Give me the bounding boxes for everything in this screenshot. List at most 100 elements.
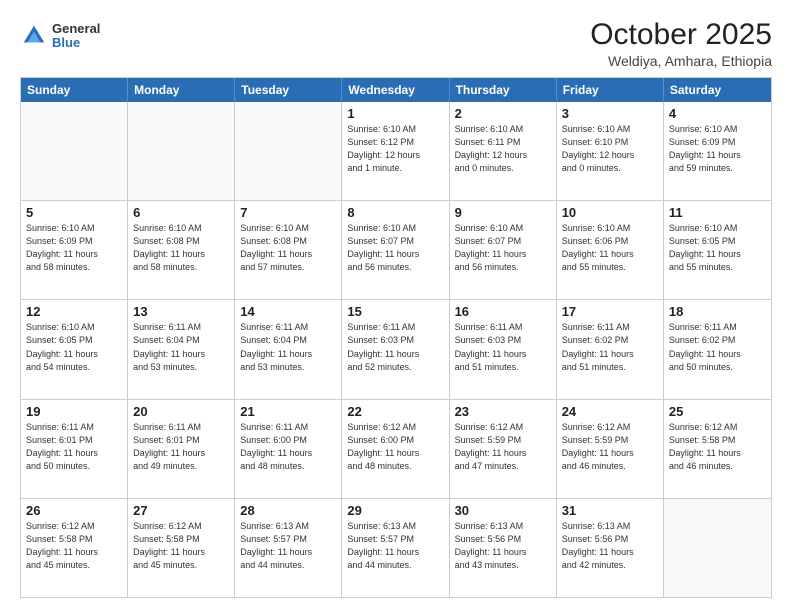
day-info: Sunrise: 6:10 AM Sunset: 6:05 PM Dayligh… <box>26 321 122 373</box>
calendar-header-cell: Tuesday <box>235 78 342 102</box>
calendar-cell: 20Sunrise: 6:11 AM Sunset: 6:01 PM Dayli… <box>128 400 235 498</box>
calendar-cell: 11 Sunrise: 6:10 AM Sunset: 6:05 PM Dayli… <box>664 201 771 299</box>
day-info: Sunrise: 6:10 AM Sunset: 6:10 PM Dayligh… <box>562 123 658 175</box>
calendar-header: SundayMondayTuesdayWednesdayThursdayFrid… <box>21 78 771 102</box>
calendar-cell: 7 Sunrise: 6:10 AM Sunset: 6:08 PM Daylig… <box>235 201 342 299</box>
day-info: Sunrise: 6:10 AM Sunset: 6:05 PM Dayligh… <box>669 222 766 274</box>
logo-text: General Blue <box>52 22 100 51</box>
day-info: Sunrise: 6:11 AM Sunset: 6:04 PM Dayligh… <box>133 321 229 373</box>
day-number: 5 <box>26 205 122 220</box>
calendar-cell: 26Sunrise: 6:12 AM Sunset: 5:58 PM Dayli… <box>21 499 128 597</box>
calendar-cell: 21 Sunrise: 6:11 AM Sunset: 6:00 PM Dayli… <box>235 400 342 498</box>
calendar-cell: 10Sunrise: 6:10 AM Sunset: 6:06 PM Dayli… <box>557 201 664 299</box>
day-info: Sunrise: 6:13 AM Sunset: 5:57 PM Dayligh… <box>347 520 443 572</box>
header: General Blue October 2025 Weldiya, Amhar… <box>20 18 772 69</box>
calendar-header-cell: Sunday <box>21 78 128 102</box>
calendar-header-cell: Monday <box>128 78 235 102</box>
day-info: Sunrise: 6:10 AM Sunset: 6:11 PM Dayligh… <box>455 123 551 175</box>
day-number: 25 <box>669 404 766 419</box>
day-number: 21 <box>240 404 336 419</box>
day-number: 2 <box>455 106 551 121</box>
day-info: Sunrise: 6:12 AM Sunset: 5:58 PM Dayligh… <box>669 421 766 473</box>
day-info: Sunrise: 6:10 AM Sunset: 6:06 PM Dayligh… <box>562 222 658 274</box>
calendar-cell: 2 Sunrise: 6:10 AM Sunset: 6:11 PM Daylig… <box>450 102 557 200</box>
day-number: 24 <box>562 404 658 419</box>
day-number: 27 <box>133 503 229 518</box>
day-number: 6 <box>133 205 229 220</box>
calendar-cell: 8 Sunrise: 6:10 AM Sunset: 6:07 PM Daylig… <box>342 201 449 299</box>
calendar-cell: 31Sunrise: 6:13 AM Sunset: 5:56 PM Dayli… <box>557 499 664 597</box>
day-number: 3 <box>562 106 658 121</box>
day-info: Sunrise: 6:11 AM Sunset: 6:03 PM Dayligh… <box>347 321 443 373</box>
calendar-cell: 6Sunrise: 6:10 AM Sunset: 6:08 PM Daylig… <box>128 201 235 299</box>
page: General Blue October 2025 Weldiya, Amhar… <box>0 0 792 612</box>
calendar-cell: 14 Sunrise: 6:11 AM Sunset: 6:04 PM Dayli… <box>235 300 342 398</box>
day-number: 17 <box>562 304 658 319</box>
day-number: 8 <box>347 205 443 220</box>
calendar-cell: 30 Sunrise: 6:13 AM Sunset: 5:56 PM Dayli… <box>450 499 557 597</box>
calendar-cell: 24Sunrise: 6:12 AM Sunset: 5:59 PM Dayli… <box>557 400 664 498</box>
day-number: 20 <box>133 404 229 419</box>
day-info: Sunrise: 6:10 AM Sunset: 6:12 PM Dayligh… <box>347 123 443 175</box>
logo-icon <box>20 22 48 50</box>
day-info: Sunrise: 6:10 AM Sunset: 6:09 PM Dayligh… <box>669 123 766 175</box>
day-info: Sunrise: 6:12 AM Sunset: 5:59 PM Dayligh… <box>455 421 551 473</box>
day-number: 13 <box>133 304 229 319</box>
day-info: Sunrise: 6:11 AM Sunset: 6:03 PM Dayligh… <box>455 321 551 373</box>
calendar-cell: 3 Sunrise: 6:10 AM Sunset: 6:10 PM Daylig… <box>557 102 664 200</box>
calendar-cell <box>235 102 342 200</box>
calendar-week: 1Sunrise: 6:10 AM Sunset: 6:12 PM Daylig… <box>21 102 771 201</box>
day-info: Sunrise: 6:10 AM Sunset: 6:07 PM Dayligh… <box>347 222 443 274</box>
day-info: Sunrise: 6:12 AM Sunset: 5:58 PM Dayligh… <box>133 520 229 572</box>
calendar-cell: 12 Sunrise: 6:10 AM Sunset: 6:05 PM Dayli… <box>21 300 128 398</box>
calendar-cell: 23 Sunrise: 6:12 AM Sunset: 5:59 PM Dayli… <box>450 400 557 498</box>
day-info: Sunrise: 6:10 AM Sunset: 6:08 PM Dayligh… <box>240 222 336 274</box>
day-info: Sunrise: 6:13 AM Sunset: 5:57 PM Dayligh… <box>240 520 336 572</box>
calendar-header-cell: Wednesday <box>342 78 449 102</box>
day-number: 30 <box>455 503 551 518</box>
calendar-week: 26Sunrise: 6:12 AM Sunset: 5:58 PM Dayli… <box>21 499 771 597</box>
day-info: Sunrise: 6:11 AM Sunset: 6:00 PM Dayligh… <box>240 421 336 473</box>
day-number: 14 <box>240 304 336 319</box>
day-info: Sunrise: 6:13 AM Sunset: 5:56 PM Dayligh… <box>455 520 551 572</box>
calendar-cell: 5Sunrise: 6:10 AM Sunset: 6:09 PM Daylig… <box>21 201 128 299</box>
calendar-cell <box>21 102 128 200</box>
day-info: Sunrise: 6:11 AM Sunset: 6:01 PM Dayligh… <box>26 421 122 473</box>
calendar-cell: 9 Sunrise: 6:10 AM Sunset: 6:07 PM Daylig… <box>450 201 557 299</box>
day-number: 15 <box>347 304 443 319</box>
logo-general-text: General <box>52 22 100 36</box>
day-number: 19 <box>26 404 122 419</box>
day-number: 29 <box>347 503 443 518</box>
day-info: Sunrise: 6:11 AM Sunset: 6:04 PM Dayligh… <box>240 321 336 373</box>
calendar: SundayMondayTuesdayWednesdayThursdayFrid… <box>20 77 772 598</box>
day-number: 28 <box>240 503 336 518</box>
day-number: 4 <box>669 106 766 121</box>
logo: General Blue <box>20 22 100 51</box>
day-number: 22 <box>347 404 443 419</box>
day-number: 7 <box>240 205 336 220</box>
day-info: Sunrise: 6:10 AM Sunset: 6:07 PM Dayligh… <box>455 222 551 274</box>
main-title: October 2025 <box>590 18 772 51</box>
day-number: 11 <box>669 205 766 220</box>
day-info: Sunrise: 6:11 AM Sunset: 6:02 PM Dayligh… <box>669 321 766 373</box>
day-number: 18 <box>669 304 766 319</box>
calendar-week: 12 Sunrise: 6:10 AM Sunset: 6:05 PM Dayli… <box>21 300 771 399</box>
calendar-header-cell: Thursday <box>450 78 557 102</box>
day-info: Sunrise: 6:13 AM Sunset: 5:56 PM Dayligh… <box>562 520 658 572</box>
day-number: 9 <box>455 205 551 220</box>
calendar-cell: 18 Sunrise: 6:11 AM Sunset: 6:02 PM Dayli… <box>664 300 771 398</box>
calendar-cell: 27 Sunrise: 6:12 AM Sunset: 5:58 PM Dayli… <box>128 499 235 597</box>
calendar-cell: 16 Sunrise: 6:11 AM Sunset: 6:03 PM Dayli… <box>450 300 557 398</box>
calendar-cell: 15 Sunrise: 6:11 AM Sunset: 6:03 PM Dayli… <box>342 300 449 398</box>
subtitle: Weldiya, Amhara, Ethiopia <box>590 53 772 69</box>
day-number: 23 <box>455 404 551 419</box>
day-number: 12 <box>26 304 122 319</box>
calendar-header-cell: Friday <box>557 78 664 102</box>
title-section: October 2025 Weldiya, Amhara, Ethiopia <box>590 18 772 69</box>
calendar-cell: 22Sunrise: 6:12 AM Sunset: 6:00 PM Dayli… <box>342 400 449 498</box>
day-number: 16 <box>455 304 551 319</box>
calendar-cell: 29 Sunrise: 6:13 AM Sunset: 5:57 PM Dayli… <box>342 499 449 597</box>
calendar-cell: 25 Sunrise: 6:12 AM Sunset: 5:58 PM Dayli… <box>664 400 771 498</box>
calendar-cell: 4 Sunrise: 6:10 AM Sunset: 6:09 PM Daylig… <box>664 102 771 200</box>
calendar-cell <box>664 499 771 597</box>
